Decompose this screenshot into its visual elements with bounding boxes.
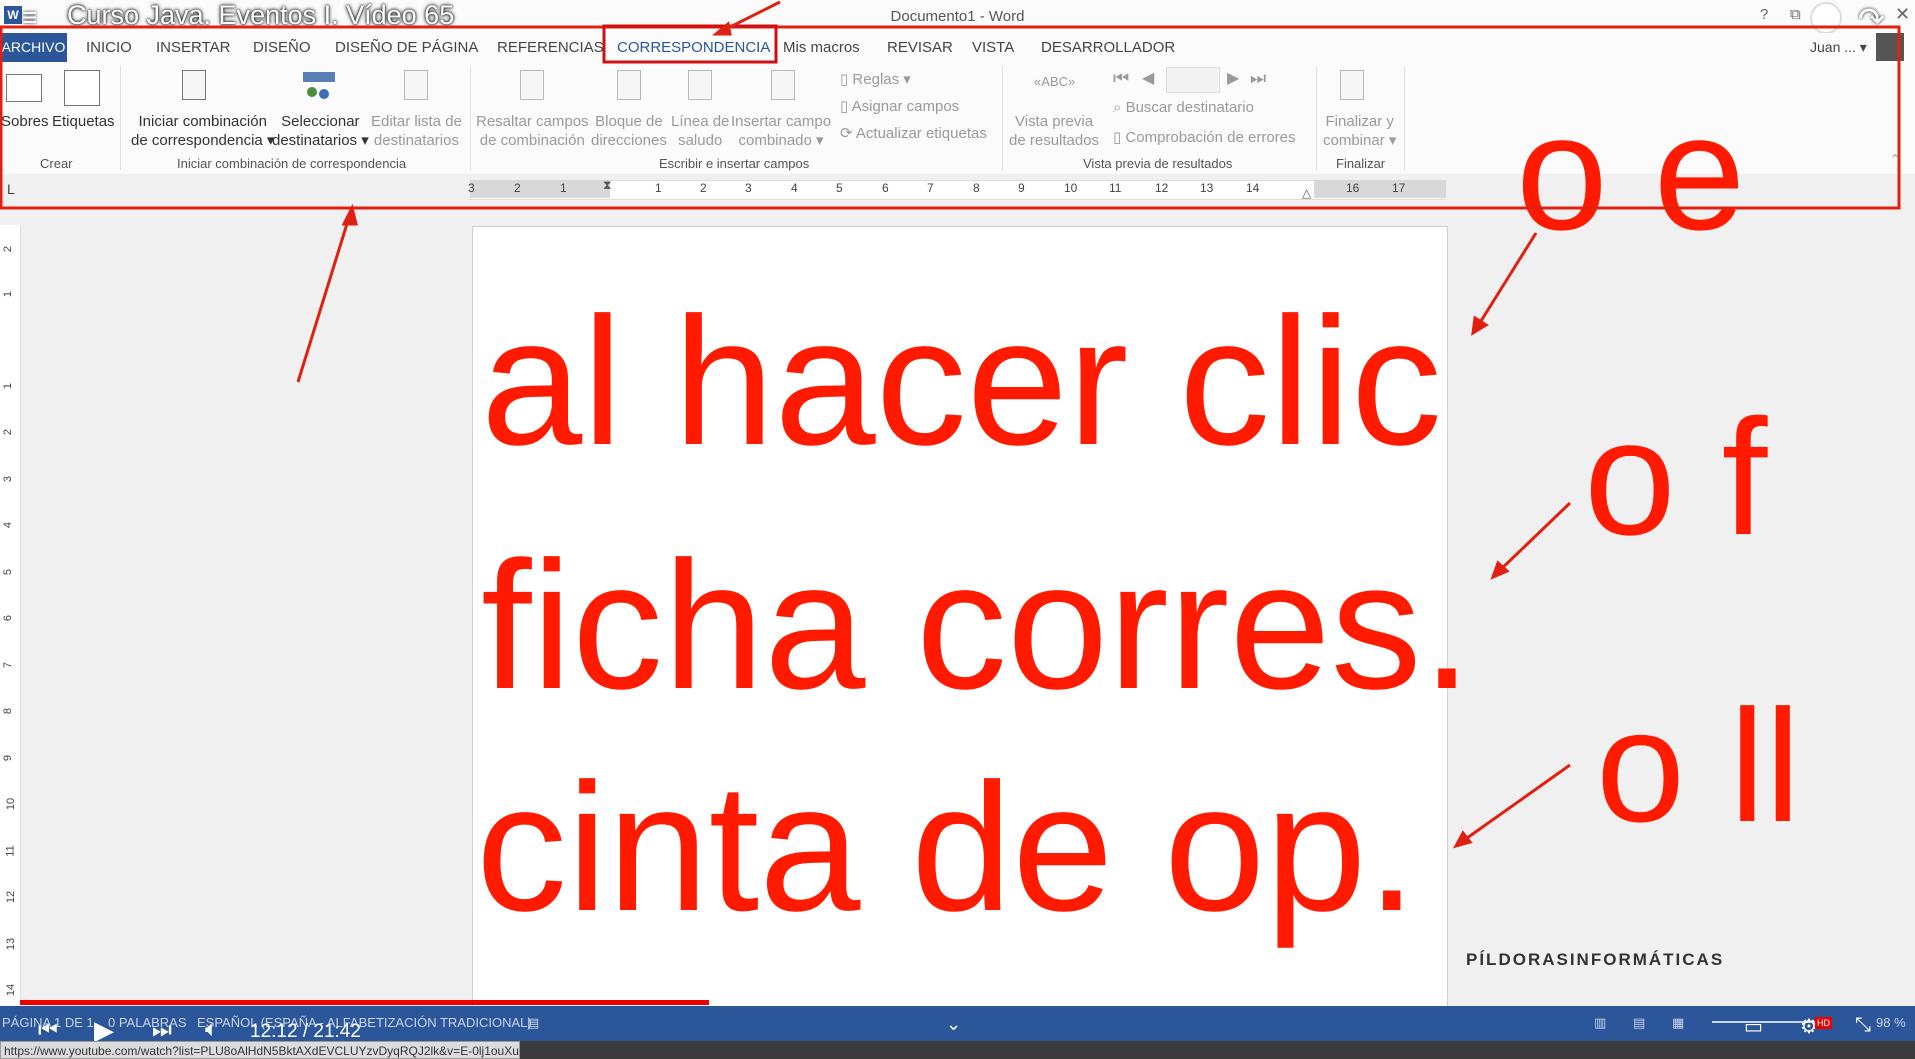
web-layout-icon[interactable]: ▦ (1672, 1015, 1684, 1031)
volume-icon[interactable]: 🔈︎ (205, 1016, 218, 1042)
zoom-level[interactable]: 98 % (1876, 1015, 1906, 1030)
tab-highlight-box (602, 24, 778, 64)
read-mode-icon[interactable]: ▥ (1594, 1015, 1606, 1031)
annotation-overlay (0, 0, 1901, 849)
word-count[interactable]: 0 PALABRAS (108, 1015, 187, 1030)
arrowhead (1452, 830, 1473, 849)
arrow-to-line2 (1495, 501, 1572, 575)
arrowhead (1471, 315, 1489, 336)
exit-fullscreen-icon[interactable]: ⤡ (1855, 1014, 1871, 1037)
video-time: 12:12 / 21:42 (250, 1021, 361, 1042)
arrow-to-line3 (1459, 763, 1571, 845)
arrowhead (341, 203, 358, 226)
url-status: https://www.youtube.com/watch?list=PLU8o… (0, 1041, 520, 1059)
chevron-down-icon[interactable]: ⌄ (946, 1014, 961, 1035)
language-status[interactable]: ESPAÑOL (ESPAÑA - ALFABETIZACIÓN TRADICI… (197, 1015, 532, 1030)
arrow-to-ruler (296, 213, 352, 383)
subtitles-icon[interactable]: ▭ (1744, 1014, 1763, 1039)
annotation-arrows (296, 0, 1572, 849)
arrow-to-line1 (1474, 232, 1538, 330)
previous-video-icon[interactable]: ⏮ (38, 1017, 58, 1043)
bottom-bar (520, 1041, 1915, 1059)
ribbon-highlight-box (0, 25, 1901, 210)
video-progress-fill (20, 1000, 709, 1005)
hd-badge: HD (1815, 1017, 1832, 1029)
next-video-icon[interactable]: ⏭ (152, 1017, 172, 1043)
print-layout-icon[interactable]: ▤ (1633, 1015, 1645, 1031)
macro-record-icon[interactable]: ▤ (527, 1015, 539, 1031)
